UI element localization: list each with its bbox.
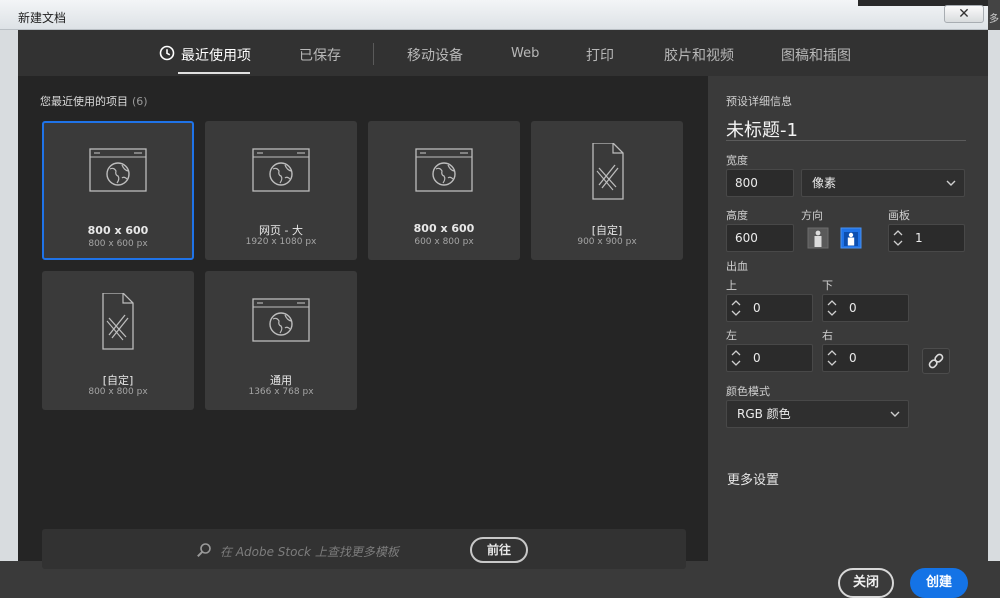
- landscape-orientation-icon[interactable]: [840, 227, 862, 249]
- web-document-icon: [415, 148, 473, 192]
- chevron-down-icon: [946, 180, 956, 186]
- bleed-bottom-stepper[interactable]: 0: [822, 294, 909, 322]
- preset-size: 1920 x 1080 px: [245, 237, 317, 247]
- preset-details-panel: 预设详细信息 未标题-1 宽度 800 像素 高度 600 方向 画板 1 出血…: [708, 76, 988, 598]
- stepper-arrows-icon[interactable]: [729, 347, 743, 369]
- preset-card[interactable]: [自定] 900 x 900 px: [531, 121, 683, 260]
- recent-items-count: (6): [132, 95, 148, 108]
- unit-select-value: 像素: [812, 176, 837, 190]
- color-mode-select[interactable]: RGB 颜色: [726, 400, 909, 428]
- stepper-arrows-icon[interactable]: [729, 297, 743, 319]
- new-document-dialog: 最近使用项 已保存 移动设备 Web 打印 胶片和视频 图稿和插图 您最近使用的…: [18, 30, 988, 598]
- tab-divider: [373, 43, 374, 65]
- preset-size: 600 x 800 px: [414, 237, 474, 247]
- tab-art-illustration[interactable]: 图稿和插图: [781, 45, 851, 65]
- preset-card[interactable]: [自定] 800 x 800 px: [42, 271, 194, 410]
- create-button[interactable]: 创建: [910, 568, 968, 598]
- preset-name: [自定]: [102, 374, 134, 387]
- bleed-right-label: 右: [822, 329, 833, 342]
- tab-print[interactable]: 打印: [586, 45, 614, 65]
- stepper-arrows-icon[interactable]: [825, 297, 839, 319]
- bleed-top-stepper[interactable]: 0: [726, 294, 813, 322]
- color-mode-value: RGB 颜色: [737, 407, 791, 421]
- tab-web[interactable]: Web: [511, 46, 539, 61]
- artboard-label: 画板: [888, 209, 910, 222]
- preset-name: 通用: [270, 374, 292, 387]
- height-label: 高度: [726, 209, 748, 222]
- background-app-strip: 多: [988, 0, 1000, 30]
- clock-icon: [159, 45, 175, 61]
- custom-document-icon: [592, 143, 624, 200]
- title-bar: 新建文档 多 ✕: [0, 0, 1000, 30]
- preset-card[interactable]: 800 x 600 800 x 600 px: [42, 121, 194, 260]
- tab-saved[interactable]: 已保存: [299, 45, 341, 65]
- unit-select[interactable]: 像素: [801, 169, 965, 197]
- bleed-left-label: 左: [726, 329, 737, 342]
- window-title: 新建文档: [18, 11, 67, 25]
- preset-size: 1366 x 768 px: [248, 387, 314, 397]
- link-icon: [928, 353, 944, 369]
- preset-name: 800 x 600: [413, 222, 475, 235]
- stepper-arrows-icon[interactable]: [825, 347, 839, 369]
- close-button[interactable]: 关闭: [838, 568, 894, 598]
- chevron-down-icon: [890, 411, 900, 417]
- height-input[interactable]: 600: [726, 224, 794, 252]
- preset-tab-bar: 最近使用项 已保存 移动设备 Web 打印 胶片和视频 图稿和插图: [18, 30, 988, 76]
- document-title-field[interactable]: 未标题-1: [726, 116, 798, 142]
- preset-name: [自定]: [591, 224, 623, 237]
- stock-search-input[interactable]: 在 Adobe Stock 上查找更多模板: [220, 543, 399, 560]
- search-icon: [197, 543, 211, 558]
- bleed-right-stepper[interactable]: 0: [822, 344, 909, 372]
- orientation-label: 方向: [801, 209, 823, 222]
- link-bleed-button[interactable]: [922, 348, 950, 374]
- preset-name: 800 x 600: [87, 224, 149, 237]
- more-settings-link[interactable]: 更多设置: [727, 469, 779, 488]
- artboard-value: 1: [915, 231, 923, 245]
- preset-name: 网页 - 大: [259, 224, 303, 237]
- color-mode-label: 颜色模式: [726, 385, 770, 398]
- adobe-stock-search-bar: 在 Adobe Stock 上查找更多模板 前往: [42, 529, 686, 569]
- bleed-bottom-value: 0: [849, 301, 857, 315]
- tab-film-video[interactable]: 胶片和视频: [664, 45, 734, 65]
- preset-size: 900 x 900 px: [577, 237, 637, 247]
- active-tab-indicator: [178, 72, 250, 74]
- bleed-left-value: 0: [753, 351, 761, 365]
- preset-size: 800 x 800 px: [88, 387, 148, 397]
- width-label: 宽度: [726, 154, 748, 167]
- preset-size: 800 x 600 px: [88, 239, 148, 249]
- bleed-top-label: 上: [726, 279, 737, 292]
- new-document-window: 新建文档 多 ✕ 最近使用项 已保存 移动设备 Web 打印 胶片和视频 图稿和…: [0, 0, 1000, 598]
- title-underline: [726, 140, 966, 141]
- preset-details-header: 预设详细信息: [726, 95, 792, 108]
- artboard-stepper[interactable]: 1: [888, 224, 965, 252]
- portrait-orientation-icon[interactable]: [807, 227, 829, 249]
- bleed-right-value: 0: [849, 351, 857, 365]
- web-document-icon: [89, 148, 147, 192]
- preset-card[interactable]: 800 x 600 600 x 800 px: [368, 121, 520, 260]
- bleed-left-stepper[interactable]: 0: [726, 344, 813, 372]
- window-close-button[interactable]: ✕: [944, 5, 984, 23]
- stepper-arrows-icon[interactable]: [891, 227, 905, 249]
- tab-mobile[interactable]: 移动设备: [407, 45, 463, 65]
- bleed-bottom-label: 下: [822, 279, 833, 292]
- web-document-icon: [252, 298, 310, 342]
- web-document-icon: [252, 148, 310, 192]
- tab-recent[interactable]: 最近使用项: [181, 45, 251, 65]
- recent-items-label: 您最近使用的项目 (6): [40, 95, 148, 108]
- recent-presets-panel: 您最近使用的项目 (6) 800 x 600 800 x 600 px 网页 -…: [18, 76, 708, 569]
- custom-document-icon: [102, 293, 134, 350]
- bleed-top-value: 0: [753, 301, 761, 315]
- width-input[interactable]: 800: [726, 169, 794, 197]
- preset-card[interactable]: 通用 1366 x 768 px: [205, 271, 357, 410]
- preset-card[interactable]: 网页 - 大 1920 x 1080 px: [205, 121, 357, 260]
- stock-go-button[interactable]: 前往: [470, 537, 528, 563]
- bleed-label: 出血: [726, 260, 748, 273]
